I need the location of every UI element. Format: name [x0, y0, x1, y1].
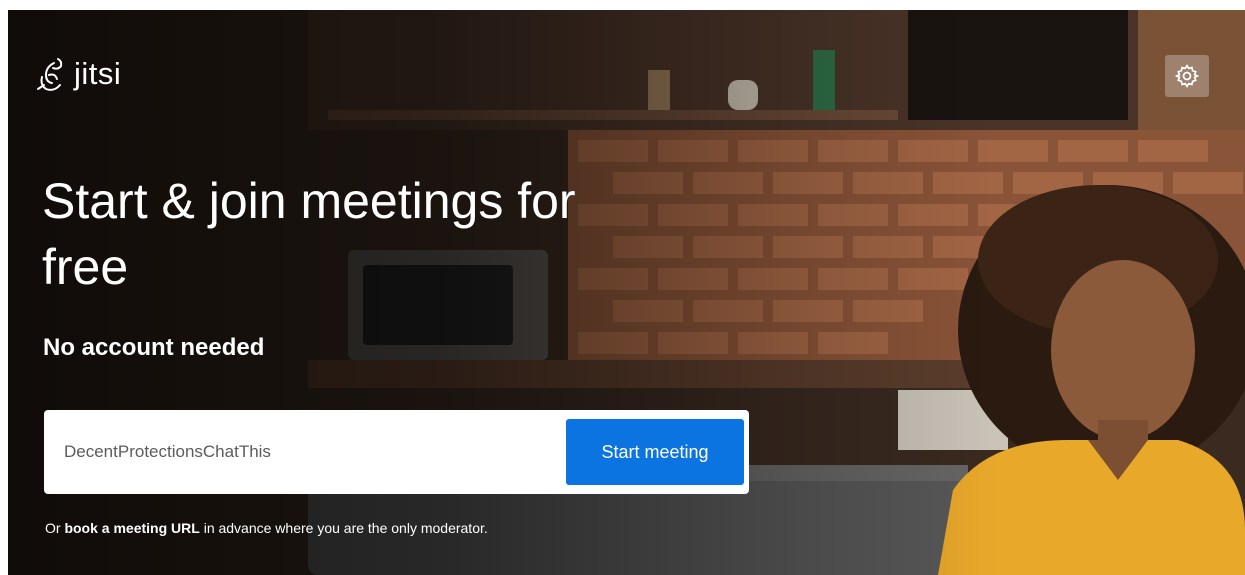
footer-note-prefix: Or	[45, 520, 65, 536]
settings-button[interactable]	[1165, 55, 1209, 97]
meeting-entry-bar: Start meeting	[44, 410, 749, 494]
title-line-2: free	[42, 239, 129, 295]
gear-icon	[1174, 64, 1200, 88]
book-meeting-link[interactable]: book a meeting URL	[64, 520, 199, 536]
jitsi-logo[interactable]: jitsi	[34, 54, 121, 94]
subheading: No account needed	[43, 334, 265, 361]
footer-note-suffix: in advance where you are the only modera…	[199, 520, 488, 536]
welcome-page: jitsi Start & join meetings for free No …	[8, 10, 1245, 575]
start-meeting-button[interactable]: Start meeting	[566, 419, 744, 485]
jitsi-bird-icon	[37, 58, 63, 91]
title-line-1: Start & join meetings for	[42, 173, 576, 229]
room-name-input[interactable]	[44, 410, 564, 494]
logo-text: jitsi	[74, 56, 122, 91]
footer-note: Or book a meeting URL in advance where y…	[45, 520, 488, 536]
page-title: Start & join meetings for free	[42, 168, 742, 300]
